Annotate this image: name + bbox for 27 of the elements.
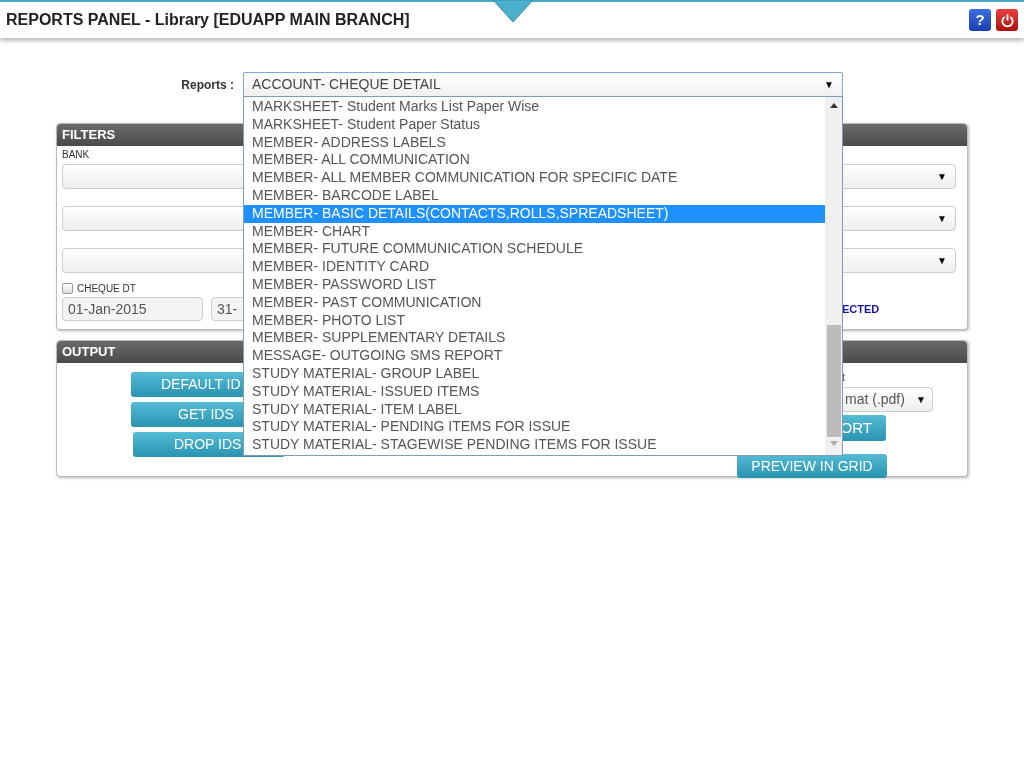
dropdown-option[interactable]: MEMBER- ALL MEMBER COMMUNICATION FOR SPECIFIC DATE <box>244 169 825 187</box>
format-select[interactable]: mat (.pdf) ▼ <box>840 387 933 412</box>
checkbox[interactable] <box>62 282 73 294</box>
dropdown-option[interactable]: MEMBER- PASSWORD LIST <box>244 275 825 294</box>
dropdown-option[interactable]: MEMBER- IDENTITY CARD <box>244 258 825 276</box>
scrollbar[interactable] <box>825 97 842 455</box>
scroll-up-icon[interactable] <box>829 103 838 108</box>
checkbox-label: CHEQUE DT <box>77 281 136 296</box>
power-button[interactable] <box>996 9 1018 31</box>
dropdown-option[interactable]: MEMBER- ALL COMMUNICATION <box>244 151 825 170</box>
dropdown-option[interactable]: MEMBER- FUTURE COMMUNICATION SCHEDULE <box>244 240 825 259</box>
reports-label: Reports : <box>180 76 234 94</box>
dropdown-tab-icon[interactable] <box>493 0 533 22</box>
bank-label: BANK <box>62 150 90 160</box>
dropdown-option[interactable]: MESSAGE- OUTGOING SMS REPORT <box>244 347 825 365</box>
scrollbar-thumb[interactable] <box>826 325 841 437</box>
date-field[interactable]: 01-Jan-2015 <box>62 297 203 321</box>
page-title: REPORTS PANEL - Library [EDUAPP MAIN BRANCH] <box>6 10 410 30</box>
dropdown-option[interactable]: MARKSHEET- Student Marks List Paper Wise <box>244 98 825 116</box>
help-button[interactable]: ? <box>969 9 991 31</box>
status-text: ECTED <box>842 301 880 317</box>
power-icon <box>999 12 1015 28</box>
dropdown-option[interactable]: MEMBER- PAST COMMUNICATION <box>244 293 825 312</box>
dropdown-option[interactable]: MEMBER- BARCODE LABEL <box>244 187 825 205</box>
dropdown-option[interactable]: MEMBER- PHOTO LIST <box>244 311 825 330</box>
dropdown-option[interactable]: MEMBER- CHART <box>244 222 825 241</box>
reports-select[interactable]: ACCOUNT- CHEQUE DETAIL ▼ <box>243 72 843 97</box>
